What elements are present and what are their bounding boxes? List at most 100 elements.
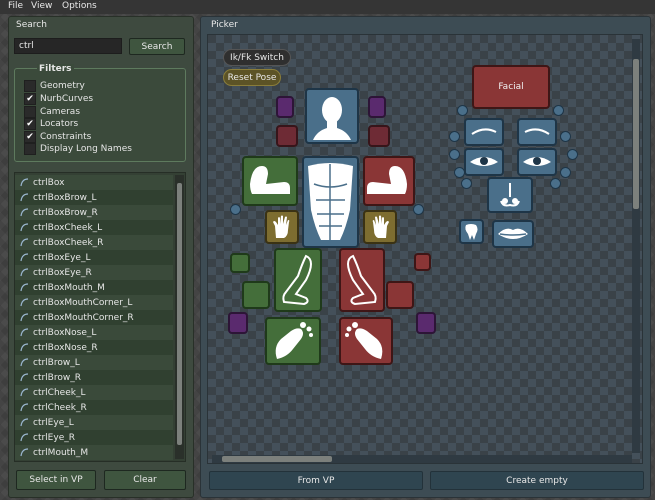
shoulder-right-control[interactable]: [368, 125, 390, 147]
filter-nurbcurves[interactable]: ✔ NurbCurves: [24, 93, 93, 105]
filter-nurbcurves-checkbox[interactable]: ✔: [24, 93, 36, 105]
head-right-purple-control[interactable]: [368, 96, 386, 118]
list-item[interactable]: ctrlBoxBrow_L: [15, 190, 173, 205]
list-item[interactable]: ctrlBoxEye_L: [15, 250, 173, 265]
filter-constraints[interactable]: ✔ Constraints: [24, 131, 91, 143]
from-vp-button[interactable]: From VP: [209, 471, 423, 490]
results-scrollbar[interactable]: [175, 175, 184, 459]
filter-locators[interactable]: ✔ Locators: [24, 118, 78, 130]
list-item[interactable]: ctrlBoxMouthCorner_L: [15, 295, 173, 310]
brow-left-control[interactable]: [464, 118, 504, 146]
search-button[interactable]: Search: [129, 38, 185, 55]
knee-left-control[interactable]: [242, 281, 270, 309]
list-item[interactable]: ctrlMouth_M: [15, 445, 173, 460]
list-item[interactable]: ctrlBoxCheek_R: [15, 235, 173, 250]
list-item[interactable]: ctrlBox: [15, 175, 173, 190]
list-item[interactable]: ctrlBrow_R: [15, 370, 173, 385]
hip-left-control[interactable]: [230, 253, 250, 273]
eye-icon-mirror: [523, 157, 551, 166]
face-dot-3[interactable]: [449, 131, 460, 142]
list-item[interactable]: ctrlBoxMouth_M: [15, 280, 173, 295]
list-item[interactable]: ctrlCheek_R: [15, 400, 173, 415]
filter-geometry-checkbox[interactable]: [24, 80, 36, 92]
foot-left-control[interactable]: [265, 317, 321, 365]
list-item[interactable]: ctrlBoxMouthCorner_R: [15, 310, 173, 325]
mouth-control[interactable]: [492, 220, 534, 248]
foot-right-purple-control[interactable]: [416, 312, 436, 334]
nose-control[interactable]: [487, 177, 533, 213]
filter-geometry[interactable]: Geometry: [24, 80, 85, 92]
hand-icon: [273, 215, 290, 238]
arm-left-control[interactable]: [242, 156, 298, 206]
ikfk-switch-button[interactable]: Ik/Fk Switch: [223, 49, 291, 66]
head-left-purple-control[interactable]: [276, 96, 294, 118]
list-item[interactable]: ctrlEye_R: [15, 430, 173, 445]
search-input[interactable]: ctrl: [14, 38, 122, 54]
list-item[interactable]: ctrlBoxNose_R: [15, 340, 173, 355]
picker-canvas[interactable]: Ik/Fk Switch Reset Pose Facial: [207, 34, 643, 464]
filter-display-long-names[interactable]: Display Long Names: [24, 143, 132, 155]
face-dot-10[interactable]: [550, 178, 561, 189]
hand-right-control[interactable]: [363, 210, 397, 244]
reset-pose-button[interactable]: Reset Pose: [223, 69, 281, 86]
list-item[interactable]: ctrlEye_L: [15, 415, 173, 430]
list-item-label: ctrlBoxCheek_R: [33, 237, 104, 248]
curve-icon: [20, 238, 29, 247]
curve-icon: [20, 208, 29, 217]
list-item[interactable]: ctrlCheek_L: [15, 385, 173, 400]
clear-button[interactable]: Clear: [104, 470, 186, 490]
arm-icon-mirror: [367, 166, 407, 194]
filter-locators-checkbox[interactable]: ✔: [24, 118, 36, 130]
face-dot-6[interactable]: [567, 149, 578, 160]
foot-icon: [275, 322, 313, 359]
arm-left-dot[interactable]: [230, 204, 241, 215]
face-dot-5[interactable]: [449, 149, 460, 160]
face-dot-8[interactable]: [560, 167, 571, 178]
face-dot-9[interactable]: [461, 178, 472, 189]
list-item[interactable]: ctrlBoxCheek_L: [15, 220, 173, 235]
curve-icon: [20, 418, 29, 427]
tooth-control[interactable]: [459, 219, 484, 244]
results-scrollbar-thumb[interactable]: [177, 183, 182, 445]
menu-file[interactable]: File: [8, 1, 23, 11]
face-dot-4[interactable]: [560, 131, 571, 142]
canvas-vertical-thumb[interactable]: [633, 59, 639, 209]
torso-icon: [308, 163, 353, 240]
eye-left-control[interactable]: [464, 148, 504, 176]
foot-left-purple-control[interactable]: [228, 312, 248, 334]
foot-right-control[interactable]: [339, 317, 393, 365]
select-in-vp-button[interactable]: Select in VP: [16, 470, 96, 490]
filter-cameras[interactable]: Cameras: [24, 106, 80, 118]
brow-right-control[interactable]: [517, 118, 557, 146]
filter-constraints-checkbox[interactable]: ✔: [24, 131, 36, 143]
create-empty-button[interactable]: Create empty: [430, 471, 644, 490]
canvas-horizontal-scrollbar[interactable]: [212, 455, 632, 463]
head-control[interactable]: [305, 88, 359, 144]
facial-button[interactable]: Facial: [472, 65, 550, 109]
shoulder-left-control[interactable]: [276, 125, 298, 147]
canvas-vertical-scrollbar[interactable]: [632, 39, 640, 453]
list-item[interactable]: ctrlBoxNose_L: [15, 325, 173, 340]
arm-right-dot[interactable]: [413, 204, 424, 215]
face-dot-1[interactable]: [457, 105, 468, 116]
hand-left-control[interactable]: [265, 210, 299, 244]
menu-options[interactable]: Options: [62, 1, 97, 11]
filter-constraints-label: Constraints: [40, 132, 92, 142]
list-item[interactable]: ctrlBrow_L: [15, 355, 173, 370]
hip-right-control[interactable]: [414, 253, 431, 271]
curve-icon: [20, 343, 29, 352]
filter-display-long-names-checkbox[interactable]: [24, 143, 36, 155]
curve-icon: [20, 193, 29, 202]
list-item[interactable]: ctrlBoxEye_R: [15, 265, 173, 280]
leg-left-control[interactable]: [274, 248, 322, 312]
face-dot-2[interactable]: [553, 105, 564, 116]
list-item[interactable]: ctrlBoxBrow_R: [15, 205, 173, 220]
canvas-horizontal-thumb[interactable]: [222, 456, 332, 462]
arm-right-control[interactable]: [363, 156, 415, 206]
filter-cameras-checkbox[interactable]: [24, 106, 36, 118]
torso-control[interactable]: [302, 156, 359, 248]
leg-right-control[interactable]: [339, 248, 385, 312]
menu-view[interactable]: View: [31, 1, 52, 11]
knee-right-control[interactable]: [386, 281, 414, 309]
eye-right-control[interactable]: [517, 148, 557, 176]
